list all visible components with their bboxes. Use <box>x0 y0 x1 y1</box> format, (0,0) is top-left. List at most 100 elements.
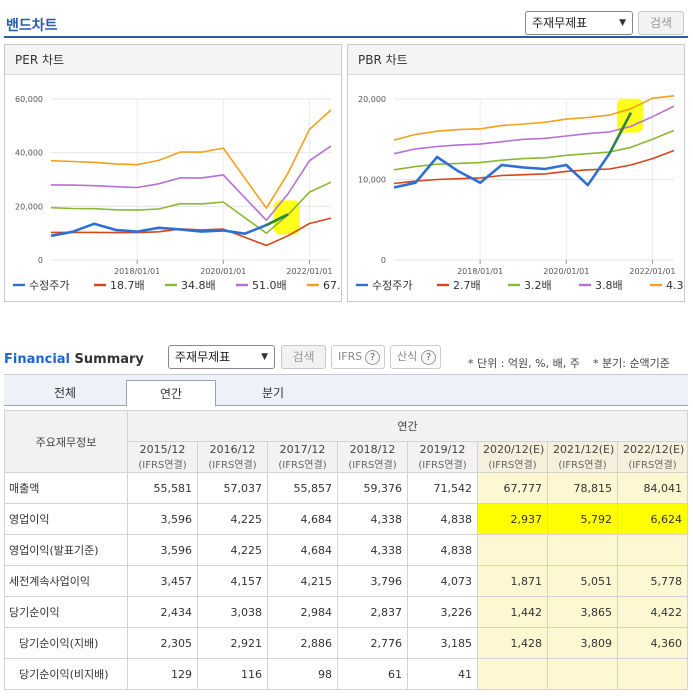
per-chart-plot: 0 20,000 40,000 60,000 2018/01/01 2020/01/01 2… <box>13 95 341 292</box>
x-tick-label: 2018/01/01 <box>457 267 503 276</box>
year-sub-label: (IFRS연결) <box>628 460 677 471</box>
table-cell: 61 <box>337 658 408 690</box>
table-row: 영업이익(발표기준) 3,596 4,225 4,684 4,338 4,838 <box>4 534 688 566</box>
table-row: 당기순이익 2,434 3,038 2,984 2,837 3,226 1,442 3,865… <box>4 596 688 628</box>
year-header: 2019/12 (IFRS연결) <box>407 441 478 473</box>
per-chart-title: PER 차트 <box>5 45 341 75</box>
y-tick-label: 20,000 <box>358 95 386 104</box>
table-cell: 4,215 <box>267 565 338 597</box>
legend-label: 수정주가 <box>372 279 412 292</box>
chevron-down-icon: ▼ <box>261 352 268 362</box>
table-cell: 2,886 <box>267 627 338 659</box>
table-cell: 71,542 <box>407 472 478 504</box>
x-tick-label: 2022/01/01 <box>629 267 675 276</box>
table-cell: 4,684 <box>267 503 338 535</box>
table-cell: 3,038 <box>197 596 268 628</box>
row-label: 당기순이익(지배) <box>4 627 128 659</box>
summary-search-button[interactable]: 검색 <box>281 345 326 369</box>
table-cell: 2,921 <box>197 627 268 659</box>
table-cell: 59,376 <box>337 472 408 504</box>
y-tick-label: 40,000 <box>15 149 43 158</box>
financial-table: 주요재무정보 연간 2015/12 (IFRS연결) 2016/12 (IFRS연결)… <box>4 410 688 690</box>
table-cell: 129 <box>127 658 198 690</box>
table-cell: 55,857 <box>267 472 338 504</box>
table-cell: 3,457 <box>127 565 198 597</box>
summary-statement-select[interactable]: 주재무제표 ▼ <box>168 345 275 369</box>
legend-label: 2.7배 <box>453 279 481 292</box>
table-cell <box>617 658 688 690</box>
table-cell: 84,041 <box>617 472 688 504</box>
summary-select-value: 주재무제표 <box>175 350 231 364</box>
table-cell: 3,185 <box>407 627 478 659</box>
search-button[interactable]: 검색 <box>638 11 684 35</box>
table-cell: 4,073 <box>407 565 478 597</box>
row-label: 영업이익 <box>4 503 128 535</box>
table-row: 당기순이익(지배) 2,305 2,921 2,886 2,776 3,185 1,428 3… <box>4 627 688 659</box>
table-cell: 4,225 <box>197 534 268 566</box>
year-sub-label: (IFRS연결) <box>208 460 257 471</box>
legend-label: 18.7배 <box>110 279 145 292</box>
row-label: 당기순이익 <box>4 596 128 628</box>
table-row: 세전계속사업이익 3,457 4,157 4,215 3,796 4,073 1,871 5,… <box>4 565 688 597</box>
table-cell: 4,338 <box>337 503 408 535</box>
question-icon: ? <box>365 350 380 365</box>
year-sub-label: (IFRS연결) <box>558 460 607 471</box>
table-cell: 4,422 <box>617 596 688 628</box>
chevron-down-icon: ▼ <box>619 18 626 28</box>
table-cell: 1,428 <box>477 627 548 659</box>
period-tabs: 전체 연간 분기 <box>4 374 688 407</box>
table-cell <box>617 534 688 566</box>
table-cell: 4,157 <box>197 565 268 597</box>
table-cell: 78,815 <box>547 472 618 504</box>
x-tick-label: 2020/01/01 <box>543 267 589 276</box>
table-row: 당기순이익(비지배) 129 116 98 61 41 <box>4 658 688 690</box>
year-header: 2016/12 (IFRS연결) <box>197 441 268 473</box>
year-header: 2018/12 (IFRS연결) <box>337 441 408 473</box>
year-sub-label: (IFRS연결) <box>418 460 467 471</box>
table-cell <box>477 658 548 690</box>
year-sub-label: (IFRS연결) <box>488 460 537 471</box>
statement-select-value: 주재무제표 <box>532 16 588 30</box>
table-cell: 3,865 <box>547 596 618 628</box>
statement-select[interactable]: 주재무제표 ▼ <box>525 11 633 35</box>
year-label: 2017/12 <box>279 443 326 456</box>
year-sub-label: (IFRS연결) <box>278 460 327 471</box>
table-cell: 41 <box>407 658 478 690</box>
financial-summary-title: Financial Summary <box>4 352 144 367</box>
table-cell: 3,809 <box>547 627 618 659</box>
pbr-chart-plot: 0 10,000 20,000 2018/01/01 2020/01/01 2022/01… <box>356 95 684 292</box>
tab-annual[interactable]: 연간 <box>126 380 216 407</box>
legend-label: 51.0배 <box>252 279 287 292</box>
formula-help-button[interactable]: 산식? <box>390 345 441 369</box>
table-cell: 2,937 <box>477 503 548 535</box>
y-tick-label: 20,000 <box>15 202 43 211</box>
band-divider <box>4 36 688 38</box>
year-header: 2020/12(E) (IFRS연결) <box>477 441 548 473</box>
year-label: 2016/12 <box>209 443 256 456</box>
table-cell: 55,581 <box>127 472 198 504</box>
table-cell: 3,596 <box>127 534 198 566</box>
table-cell: 3,226 <box>407 596 478 628</box>
legend-label: 67.1배 <box>323 279 341 292</box>
band-chart-title: 밴드차트 <box>6 18 58 34</box>
annual-group-header: 연간 <box>127 410 688 442</box>
row-label: 당기순이익(비지배) <box>4 658 128 690</box>
table-cell: 4,684 <box>267 534 338 566</box>
table-cell: 2,837 <box>337 596 408 628</box>
legend-label: 3.2배 <box>524 279 552 292</box>
legend-label: 3.8배 <box>595 279 623 292</box>
tab-all[interactable]: 전체 <box>4 380 126 407</box>
table-cell: 2,776 <box>337 627 408 659</box>
year-header: 2015/12 (IFRS연결) <box>127 441 198 473</box>
x-tick-label: 2018/01/01 <box>114 267 160 276</box>
pbr-chart: PBR 차트 0 10,000 20,000 2018/01/01 2020/01/01… <box>347 44 685 302</box>
table-cell: 4,338 <box>337 534 408 566</box>
y-tick-label: 0 <box>38 256 43 265</box>
table-cell: 67,777 <box>477 472 548 504</box>
table-cell: 1,442 <box>477 596 548 628</box>
tab-quarter[interactable]: 분기 <box>216 380 330 407</box>
x-tick-label: 2022/01/01 <box>286 267 332 276</box>
row-label: 세전계속사업이익 <box>4 565 128 597</box>
year-sub-label: (IFRS연결) <box>348 460 397 471</box>
ifrs-help-button[interactable]: IFRS? <box>331 345 385 369</box>
